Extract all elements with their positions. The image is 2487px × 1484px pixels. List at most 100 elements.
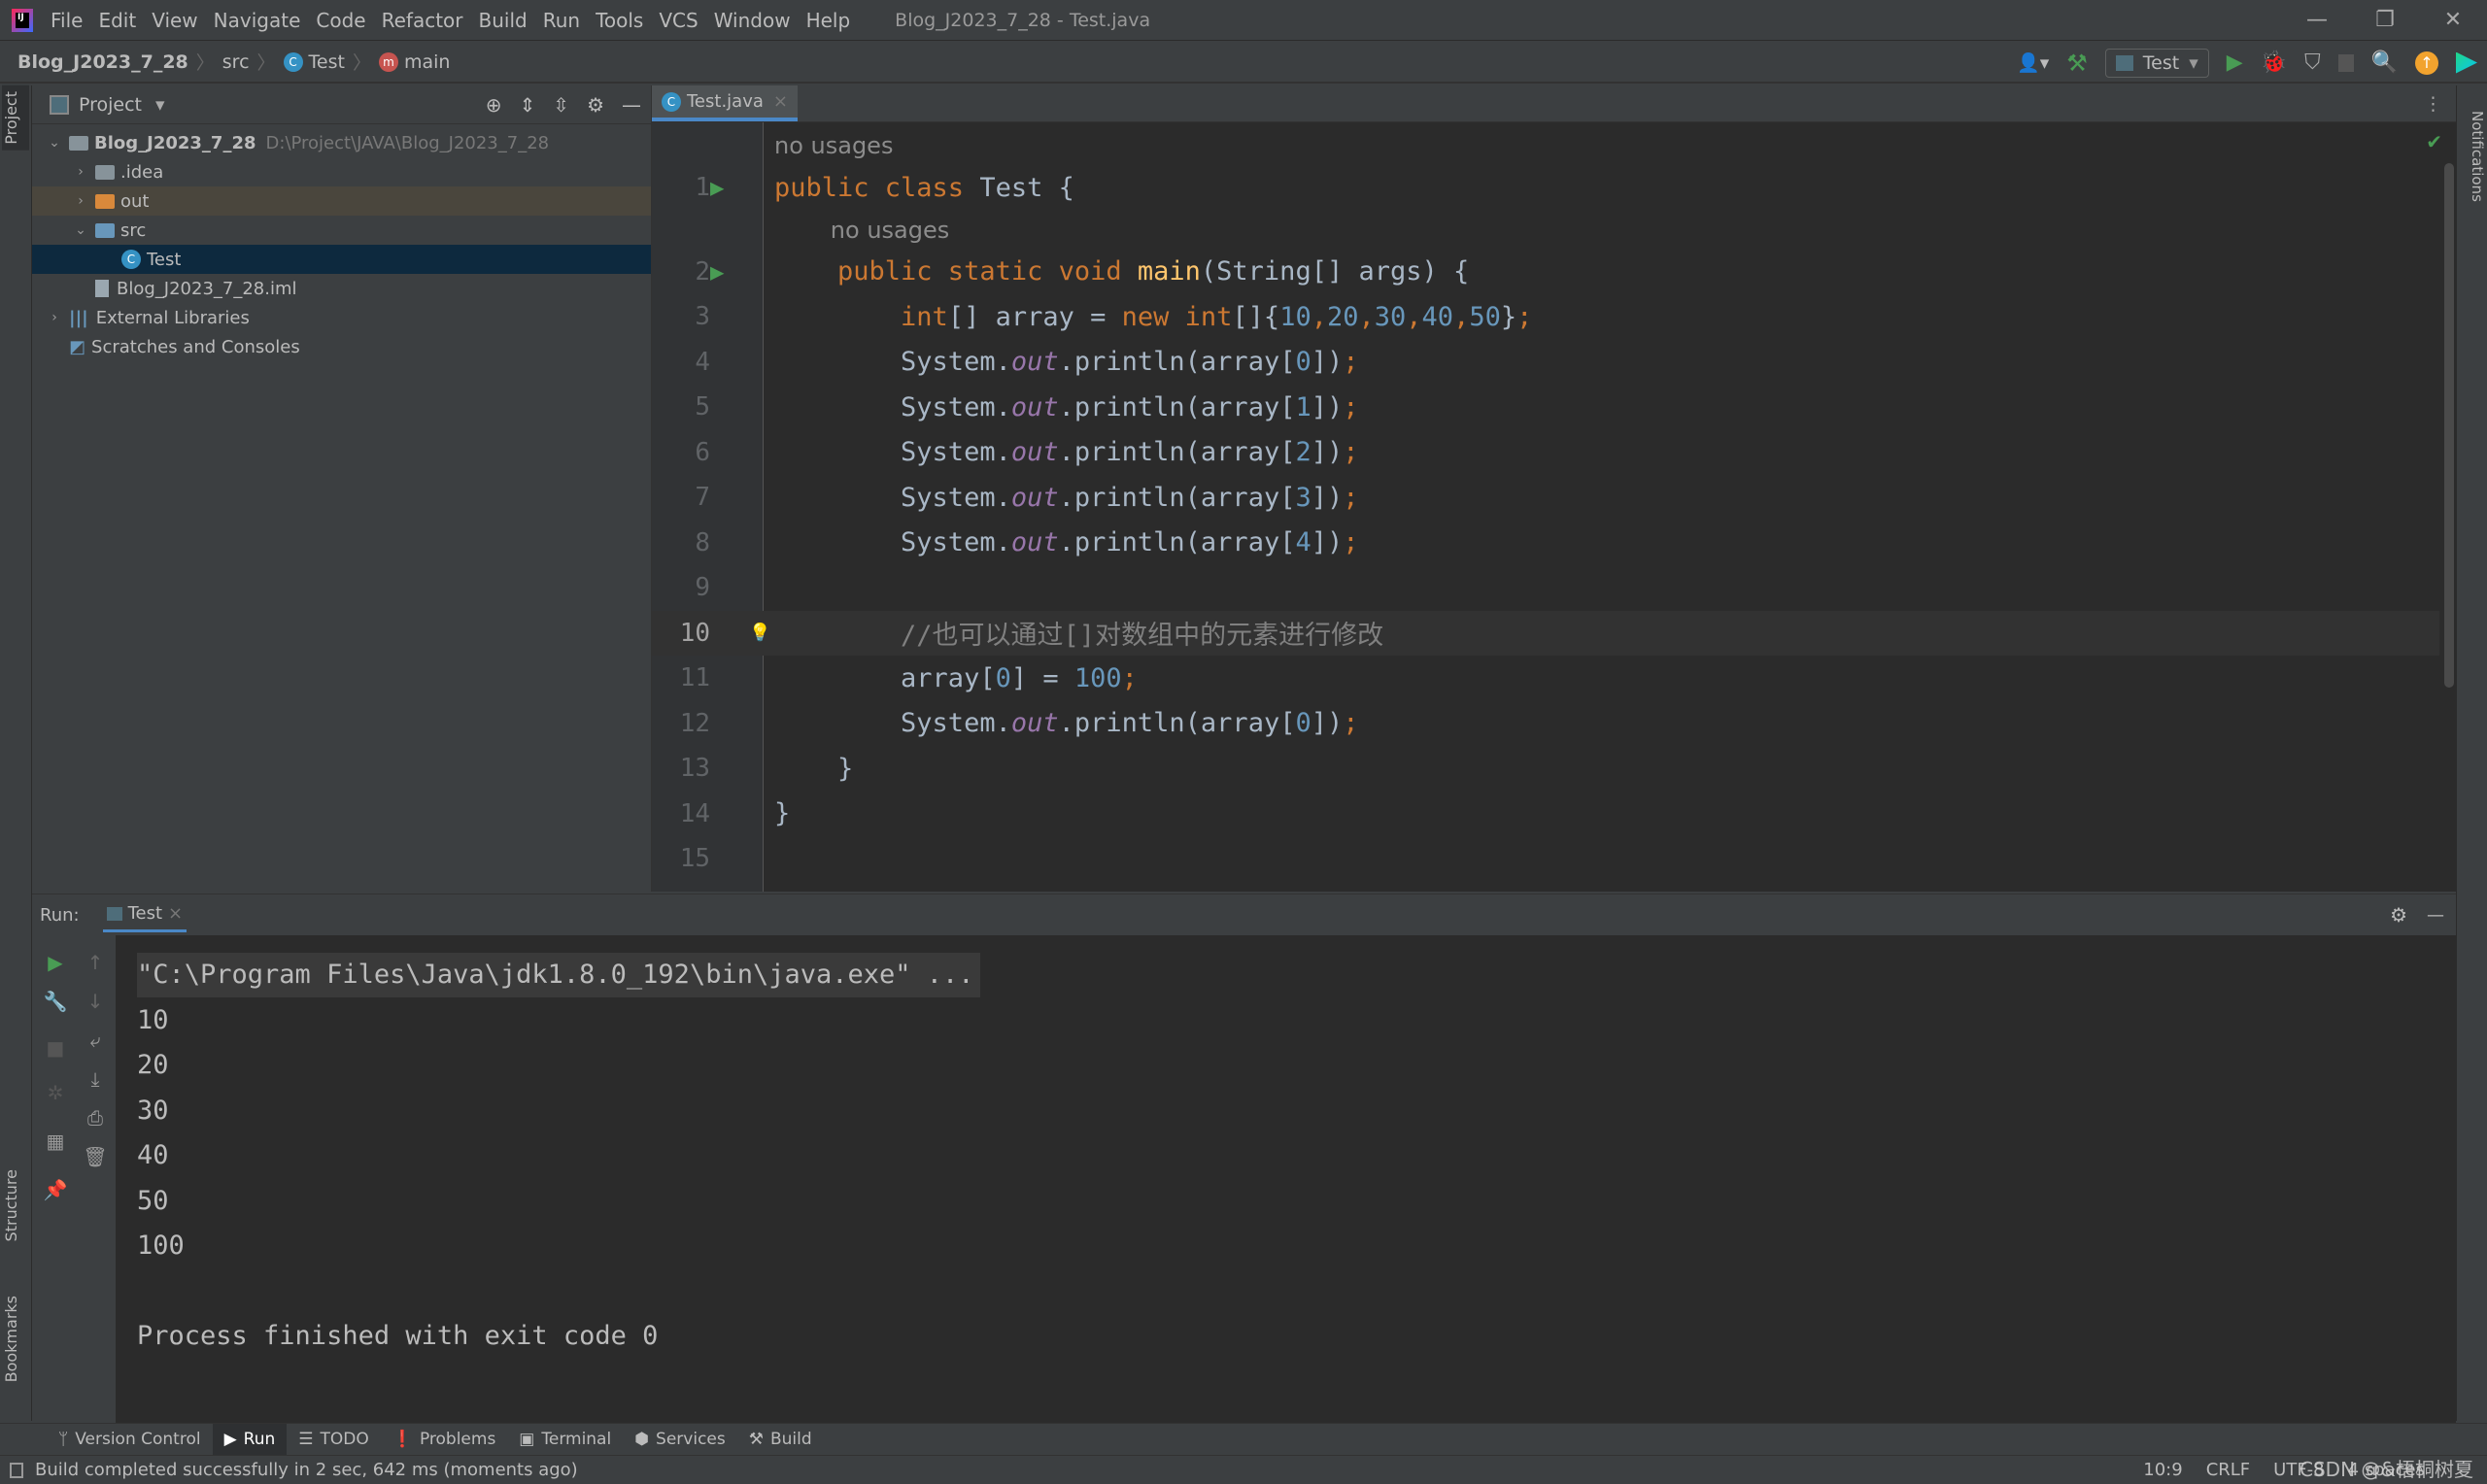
tool-tab-terminal[interactable]: ▣ Terminal xyxy=(507,1424,623,1456)
code-line[interactable]: 12 System.out.println(array[0]); xyxy=(652,701,2439,747)
tree-item[interactable]: C Test xyxy=(32,245,651,274)
tree-item[interactable]: › ||| External Libraries xyxy=(32,303,651,332)
project-tool-tab[interactable]: Project xyxy=(2,85,29,151)
line-separator[interactable]: CRLF xyxy=(2206,1460,2250,1480)
scroll-to-end-icon[interactable]: ⤓ xyxy=(81,1067,110,1091)
soft-wrap-icon[interactable]: ⤶ xyxy=(81,1029,110,1052)
restore-button[interactable]: ❐ xyxy=(2351,0,2419,41)
code-line[interactable]: 2 ▶ public static void main(String[] args… xyxy=(652,250,2439,295)
caret-position[interactable]: 10:9 xyxy=(2143,1460,2182,1480)
trash-icon[interactable]: 🗑 xyxy=(81,1145,110,1168)
rerun-icon[interactable]: ▶ xyxy=(41,951,70,974)
close-window-button[interactable]: ✕ xyxy=(2419,0,2487,41)
expand-all-icon[interactable]: ⇕ xyxy=(520,93,536,117)
minimize-button[interactable]: — xyxy=(2283,0,2351,41)
menu-window[interactable]: Window xyxy=(714,9,791,32)
breadcrumb-main[interactable]: m main xyxy=(378,51,450,73)
no-usages-hint[interactable]: no usages xyxy=(831,217,949,244)
breadcrumb-project[interactable]: Blog_J2023_7_28 xyxy=(17,51,188,73)
code-line[interactable]: 7 System.out.println(array[3]); xyxy=(652,475,2439,521)
coverage-icon[interactable]: ⛉ xyxy=(2304,51,2321,75)
run-gutter-icon[interactable]: ▶ xyxy=(710,258,724,286)
menu-edit[interactable]: Edit xyxy=(98,9,136,32)
kill-icon[interactable]: ✲ xyxy=(41,1081,70,1104)
gear-icon[interactable]: ⚙ xyxy=(2390,903,2407,927)
code-line[interactable]: 14} xyxy=(652,792,2439,837)
search-icon[interactable]: 🔍 xyxy=(2371,51,2398,75)
lightbulb-icon[interactable]: 💡 xyxy=(749,623,770,643)
code-line[interactable]: 8 System.out.println(array[4]); xyxy=(652,521,2439,566)
run-gutter-icon[interactable]: ▶ xyxy=(710,174,724,201)
editor-scrollbar[interactable] xyxy=(2444,163,2454,688)
wrench-icon[interactable]: 🔧 xyxy=(41,990,70,1013)
tool-tab-build[interactable]: ⚒ Build xyxy=(737,1424,824,1456)
tool-tab-version-control[interactable]: ᛘ Version Control xyxy=(47,1424,213,1456)
code-line[interactable]: 4 System.out.println(array[0]); xyxy=(652,340,2439,386)
menu-build[interactable]: Build xyxy=(479,9,528,32)
gear-icon[interactable]: ⚙ xyxy=(587,93,604,117)
tool-tab-todo[interactable]: ☰ TODO xyxy=(287,1424,381,1456)
menu-file[interactable]: File xyxy=(51,9,83,32)
structure-tool-tab[interactable]: Structure xyxy=(2,1164,29,1247)
stop-icon[interactable]: ■ xyxy=(41,1036,70,1060)
run-icon[interactable]: ▶ xyxy=(2227,51,2243,75)
menu-run[interactable]: Run xyxy=(543,9,580,32)
tree-item[interactable]: ⌄ Blog_J2023_7_28 D:\Project\JAVA\Blog_J20… xyxy=(32,128,651,157)
layout-icon[interactable]: ▦ xyxy=(41,1130,70,1153)
tool-tab-services[interactable]: ⬢ Services xyxy=(623,1424,737,1456)
menu-refactor[interactable]: Refactor xyxy=(382,9,463,32)
tool-tab-run[interactable]: ▶ Run xyxy=(212,1423,288,1456)
jetbrains-toolbox-icon[interactable] xyxy=(2456,51,2477,74)
vcs-user-icon[interactable]: 👤▾ xyxy=(2017,51,2049,74)
collapse-all-icon[interactable]: ⇳ xyxy=(553,93,569,117)
breadcrumb-src[interactable]: src xyxy=(222,51,250,73)
menu-view[interactable]: View xyxy=(152,9,197,32)
up-arrow-icon[interactable]: ↑ xyxy=(81,951,110,974)
hide-icon[interactable]: — xyxy=(622,93,641,117)
chevron-down-icon[interactable]: ▾ xyxy=(155,94,165,116)
project-view-title[interactable]: Project xyxy=(79,94,142,116)
locate-icon[interactable]: ⊕ xyxy=(486,93,502,117)
menu-help[interactable]: Help xyxy=(806,9,851,32)
status-icon[interactable] xyxy=(10,1462,23,1478)
code-line[interactable]: 1 ▶ public class Test { xyxy=(652,165,2439,211)
print-icon[interactable]: ⎙ xyxy=(81,1106,110,1130)
tree-item[interactable]: › .idea xyxy=(32,157,651,186)
code-line[interactable]: 13 } xyxy=(652,746,2439,792)
code-line[interactable]: 10 💡 //也可以通过[]对数组中的元素进行修改 xyxy=(652,610,2439,656)
chevron-right-icon[interactable]: › xyxy=(72,193,89,209)
no-usages-hint[interactable]: no usages xyxy=(774,132,893,159)
close-tab-icon[interactable]: × xyxy=(168,903,183,924)
chevron-down-icon[interactable]: ⌄ xyxy=(72,222,89,238)
tab-test-java[interactable]: C Test.java × xyxy=(652,85,798,121)
bookmarks-tool-tab[interactable]: Bookmarks xyxy=(2,1290,29,1388)
status-message[interactable]: Build completed successfully in 2 sec, 6… xyxy=(35,1460,578,1480)
menu-tools[interactable]: Tools xyxy=(596,9,643,32)
build-hammer-icon[interactable]: ⚒ xyxy=(2066,50,2088,77)
tree-item[interactable]: ◩ Scratches and Consoles xyxy=(32,332,651,361)
menu-navigate[interactable]: Navigate xyxy=(214,9,301,32)
code-line[interactable]: 11 array[0] = 100; xyxy=(652,656,2439,701)
code-line[interactable]: 15 xyxy=(652,836,2439,882)
hide-icon[interactable]: — xyxy=(2427,905,2444,926)
tree-item[interactable]: › out xyxy=(32,186,651,216)
update-icon[interactable]: ↑ xyxy=(2415,51,2438,75)
code-line[interactable]: 3 int[] array = new int[]{10,20,30,40,50… xyxy=(652,294,2439,340)
tree-item[interactable]: Blog_J2023_7_28.iml xyxy=(32,274,651,303)
tab-run-test[interactable]: Test × xyxy=(102,897,187,932)
chevron-right-icon[interactable]: › xyxy=(46,310,63,325)
stop-icon[interactable] xyxy=(2337,53,2354,72)
more-icon[interactable]: ⋮ xyxy=(2410,85,2456,121)
breadcrumb-test[interactable]: C Test xyxy=(283,51,345,73)
debug-icon[interactable]: 🐞 xyxy=(2261,51,2287,75)
code-line[interactable]: 6 System.out.println(array[2]); xyxy=(652,430,2439,476)
menu-code[interactable]: Code xyxy=(316,9,365,32)
code-line[interactable]: 5 System.out.println(array[1]); xyxy=(652,385,2439,430)
pin-icon[interactable]: 📌 xyxy=(41,1178,70,1201)
menu-vcs[interactable]: VCS xyxy=(659,9,698,32)
down-arrow-icon[interactable]: ↓ xyxy=(81,990,110,1013)
notifications-tool-tab[interactable]: Notifications xyxy=(2459,105,2486,208)
chevron-right-icon[interactable]: › xyxy=(72,164,89,180)
code-line[interactable]: 9 xyxy=(652,565,2439,611)
close-tab-icon[interactable]: × xyxy=(773,91,788,112)
